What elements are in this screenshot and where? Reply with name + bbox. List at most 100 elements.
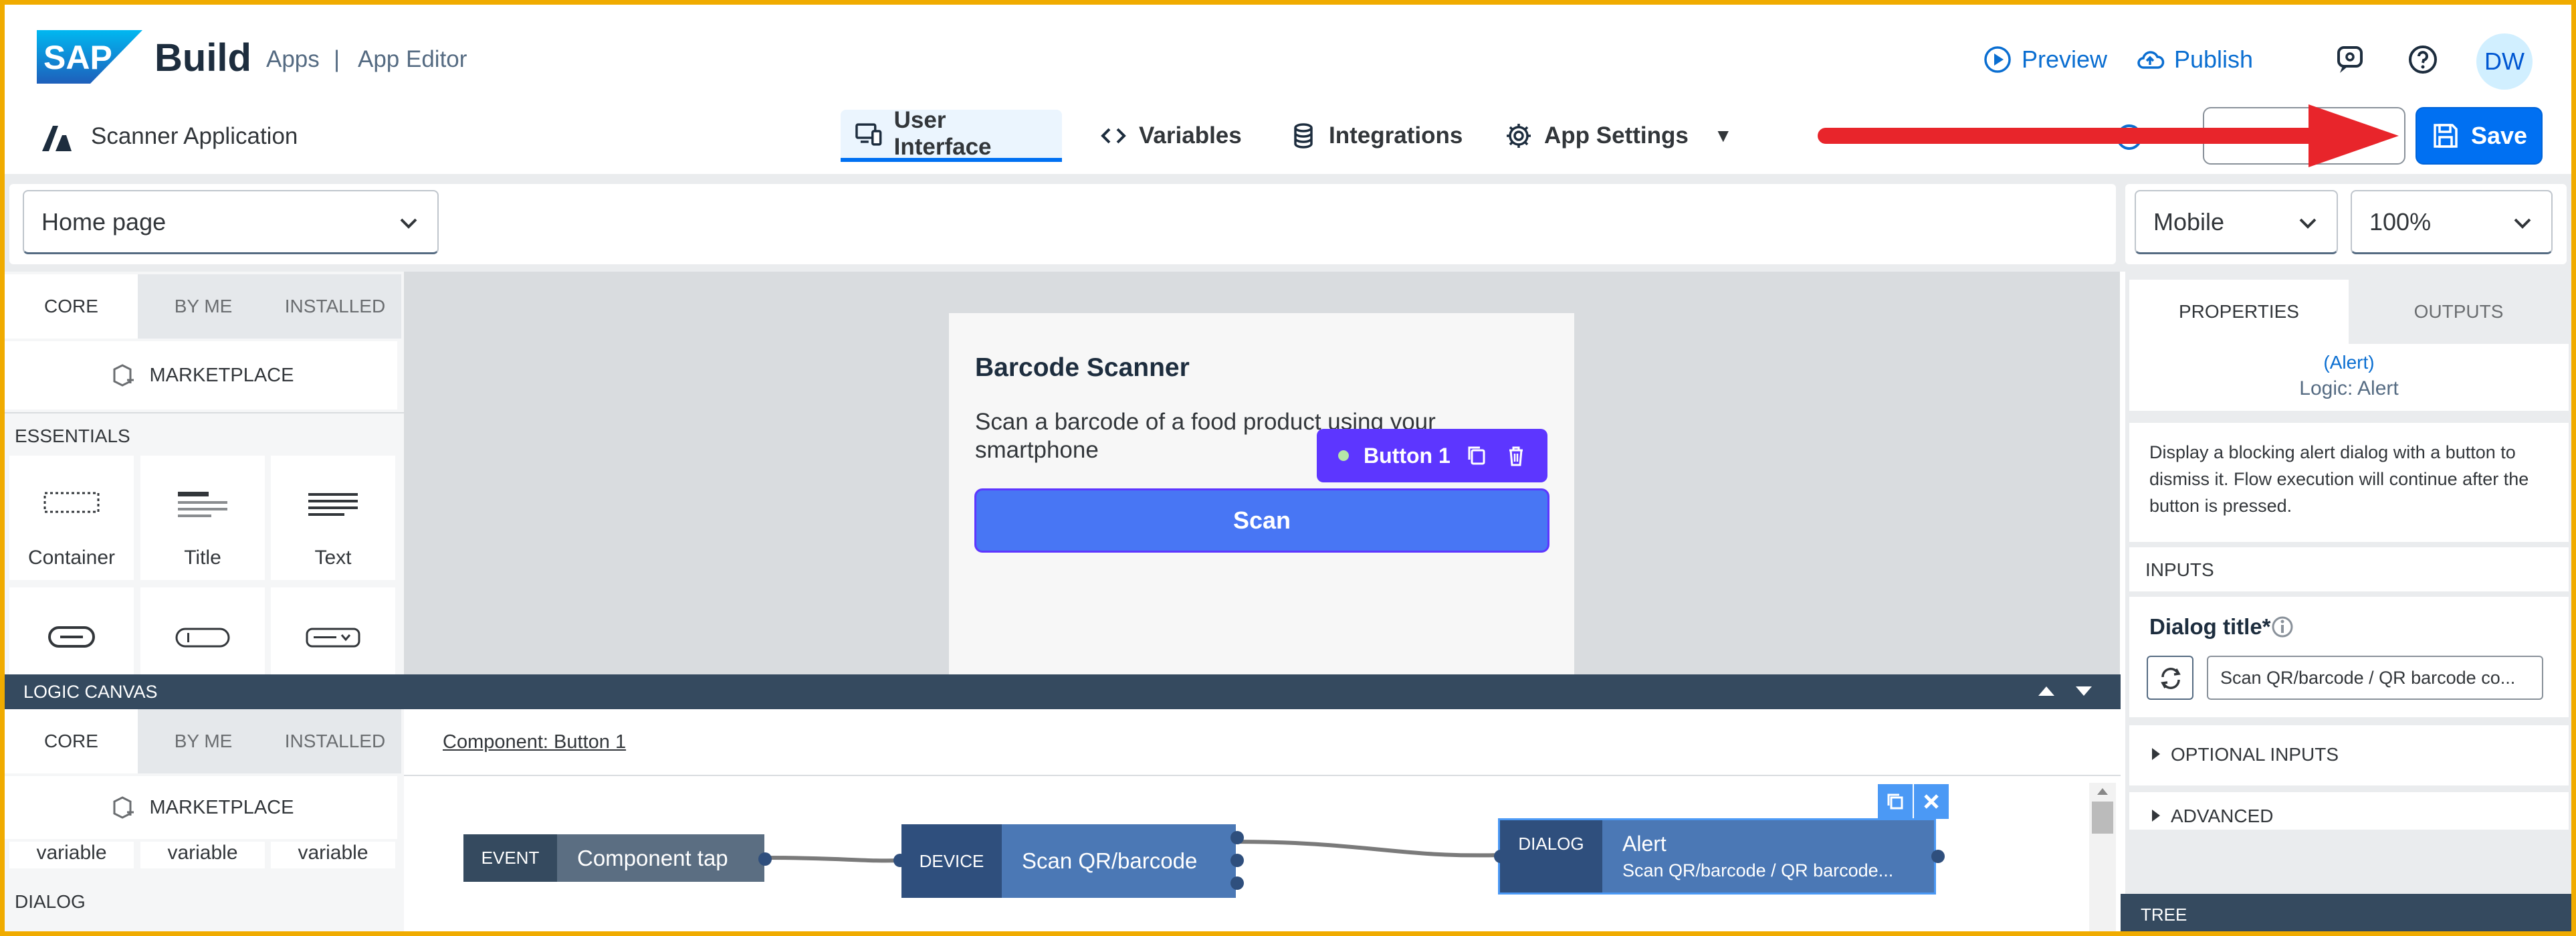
output-port[interactable]: [758, 852, 772, 866]
logic-tab-by-me[interactable]: BY ME: [138, 709, 269, 773]
chevron-down-icon: [400, 218, 417, 229]
caret-right-icon: [2152, 810, 2160, 822]
caret-down-icon[interactable]: [2074, 681, 2094, 701]
tile-title[interactable]: Title: [140, 456, 265, 580]
scroll-up-icon[interactable]: [2095, 784, 2111, 798]
tab-label: Variables: [1139, 122, 1242, 149]
tab-user-interface[interactable]: User Interface: [841, 107, 1062, 162]
caret-up-icon[interactable]: [2036, 681, 2056, 701]
breadcrumb-apps[interactable]: Apps: [266, 46, 320, 73]
binding-button[interactable]: [2147, 656, 2193, 700]
shell-header: SAP Build Apps | App Editor Preview Publ…: [5, 5, 2571, 107]
node-scan-barcode[interactable]: DEVICE Scan QR/barcode: [901, 824, 1236, 898]
save-button[interactable]: Save: [2416, 107, 2543, 165]
node-kind: EVENT: [463, 834, 557, 882]
preview-button[interactable]: Preview: [1983, 45, 2107, 74]
user-avatar[interactable]: DW: [2476, 33, 2533, 90]
publish-label: Publish: [2174, 45, 2254, 73]
tab-core[interactable]: CORE: [5, 274, 138, 339]
logic-scrollbar-thumb[interactable]: [2092, 802, 2113, 834]
tab-variables[interactable]: Variables: [1085, 110, 1255, 162]
logic-link[interactable]: (Alert): [2129, 352, 2569, 373]
tile-variable[interactable]: variable: [140, 842, 265, 868]
tile-text[interactable]: Text: [271, 456, 395, 580]
marketplace-button[interactable]: MARKETPLACE: [5, 341, 397, 409]
copy-icon: [1887, 793, 1903, 810]
device-select-value: Mobile: [2153, 207, 2225, 236]
node-copy-button[interactable]: [1878, 784, 1913, 819]
output-port[interactable]: [1230, 854, 1244, 867]
tab-properties[interactable]: PROPERTIES: [2129, 280, 2349, 344]
tab-label: User Interface: [893, 107, 992, 160]
tile-button[interactable]: [9, 587, 134, 674]
tile-container[interactable]: Container: [9, 456, 134, 580]
tile-label: Title: [184, 547, 221, 569]
breadcrumb-app-editor: App Editor: [358, 46, 467, 72]
play-circle-icon: [1984, 46, 2011, 73]
optional-inputs-label: OPTIONAL INPUTS: [2171, 744, 2339, 765]
divider: [5, 412, 404, 413]
tile-label: Text: [314, 547, 352, 569]
logic-name: Logic: Alert: [2299, 377, 2399, 399]
title-icon: [178, 492, 227, 517]
logic-tab-core[interactable]: CORE: [5, 709, 138, 773]
node-alert[interactable]: DIALOG Alert Scan QR/barcode / QR barcod…: [1500, 820, 1934, 893]
tab-by-me[interactable]: BY ME: [138, 274, 269, 339]
info-icon[interactable]: [2271, 616, 2294, 638]
zoom-select-value: 100%: [2369, 207, 2432, 236]
close-icon: [1924, 794, 1939, 809]
page-title[interactable]: Barcode Scanner: [975, 353, 1190, 383]
caret-down-icon: ▼: [1713, 125, 1733, 146]
tree-header[interactable]: TREE: [2121, 894, 2571, 936]
tab-app-settings[interactable]: App Settings ▼: [1491, 110, 1746, 162]
help-icon[interactable]: [2405, 42, 2440, 77]
zoom-select[interactable]: 100%: [2351, 190, 2553, 254]
save-label: Save: [2470, 122, 2528, 149]
tile-variable[interactable]: variable: [9, 842, 134, 868]
output-port[interactable]: [1931, 850, 1945, 863]
delete-icon[interactable]: [1504, 444, 1528, 468]
button-icon: [48, 626, 95, 648]
dialog-title-input[interactable]: Scan QR/barcode / QR barcode co...: [2207, 656, 2543, 700]
advanced-section[interactable]: ADVANCED: [2129, 792, 2569, 830]
logic-marketplace-button[interactable]: MARKETPLACE: [5, 776, 397, 839]
devices-icon: [855, 123, 882, 146]
page-select[interactable]: Home page: [23, 190, 439, 254]
input-field-icon: [175, 628, 230, 648]
description: Display a blocking alert dialog with a b…: [2129, 423, 2569, 542]
tile-variable[interactable]: variable: [271, 842, 395, 868]
node-component-tap[interactable]: EVENT Component tap: [463, 834, 764, 882]
tab-installed[interactable]: INSTALLED: [269, 274, 401, 339]
product-title: Build: [154, 36, 251, 80]
cloud-upload-icon: [2137, 51, 2165, 69]
chevron-down-icon: [2514, 218, 2531, 229]
section-essentials: ESSENTIALS: [15, 426, 130, 446]
tile-input[interactable]: [140, 587, 265, 674]
selected-component-toolbar: Button 1: [1317, 429, 1547, 482]
node-label: Alert: [1622, 832, 1667, 856]
node-remove-button[interactable]: [1914, 784, 1949, 819]
logic-canvas-header[interactable]: LOGIC CANVAS: [5, 674, 2121, 709]
output-port[interactable]: [1230, 876, 1244, 890]
feedback-icon[interactable]: [2333, 42, 2368, 77]
section-dialog: DIALOG: [15, 891, 86, 912]
sap-logo: SAP: [37, 30, 142, 84]
inputs-section: INPUTS: [2129, 547, 2569, 591]
component-link[interactable]: Component: Button 1: [443, 731, 626, 753]
scan-button[interactable]: Scan: [974, 488, 1549, 553]
tab-integrations[interactable]: Integrations: [1275, 110, 1476, 162]
node-label: Component tap: [557, 834, 764, 882]
marketplace-icon: [113, 796, 134, 819]
copy-icon[interactable]: [1465, 444, 1489, 468]
output-port[interactable]: [1230, 831, 1244, 844]
marketplace-icon: [113, 364, 134, 387]
device-select[interactable]: Mobile: [2135, 190, 2338, 254]
publish-button[interactable]: Publish: [2135, 45, 2253, 74]
app-name: Scanner Application: [91, 123, 298, 149]
tile-dropdown[interactable]: [271, 587, 395, 674]
tab-outputs[interactable]: OUTPUTS: [2349, 280, 2569, 344]
logic-tab-installed[interactable]: INSTALLED: [269, 709, 401, 773]
node-body: Alert Scan QR/barcode / QR barcode...: [1602, 820, 1934, 893]
optional-inputs-section[interactable]: OPTIONAL INPUTS: [2129, 725, 2569, 785]
node-kind: DEVICE: [901, 824, 1002, 898]
